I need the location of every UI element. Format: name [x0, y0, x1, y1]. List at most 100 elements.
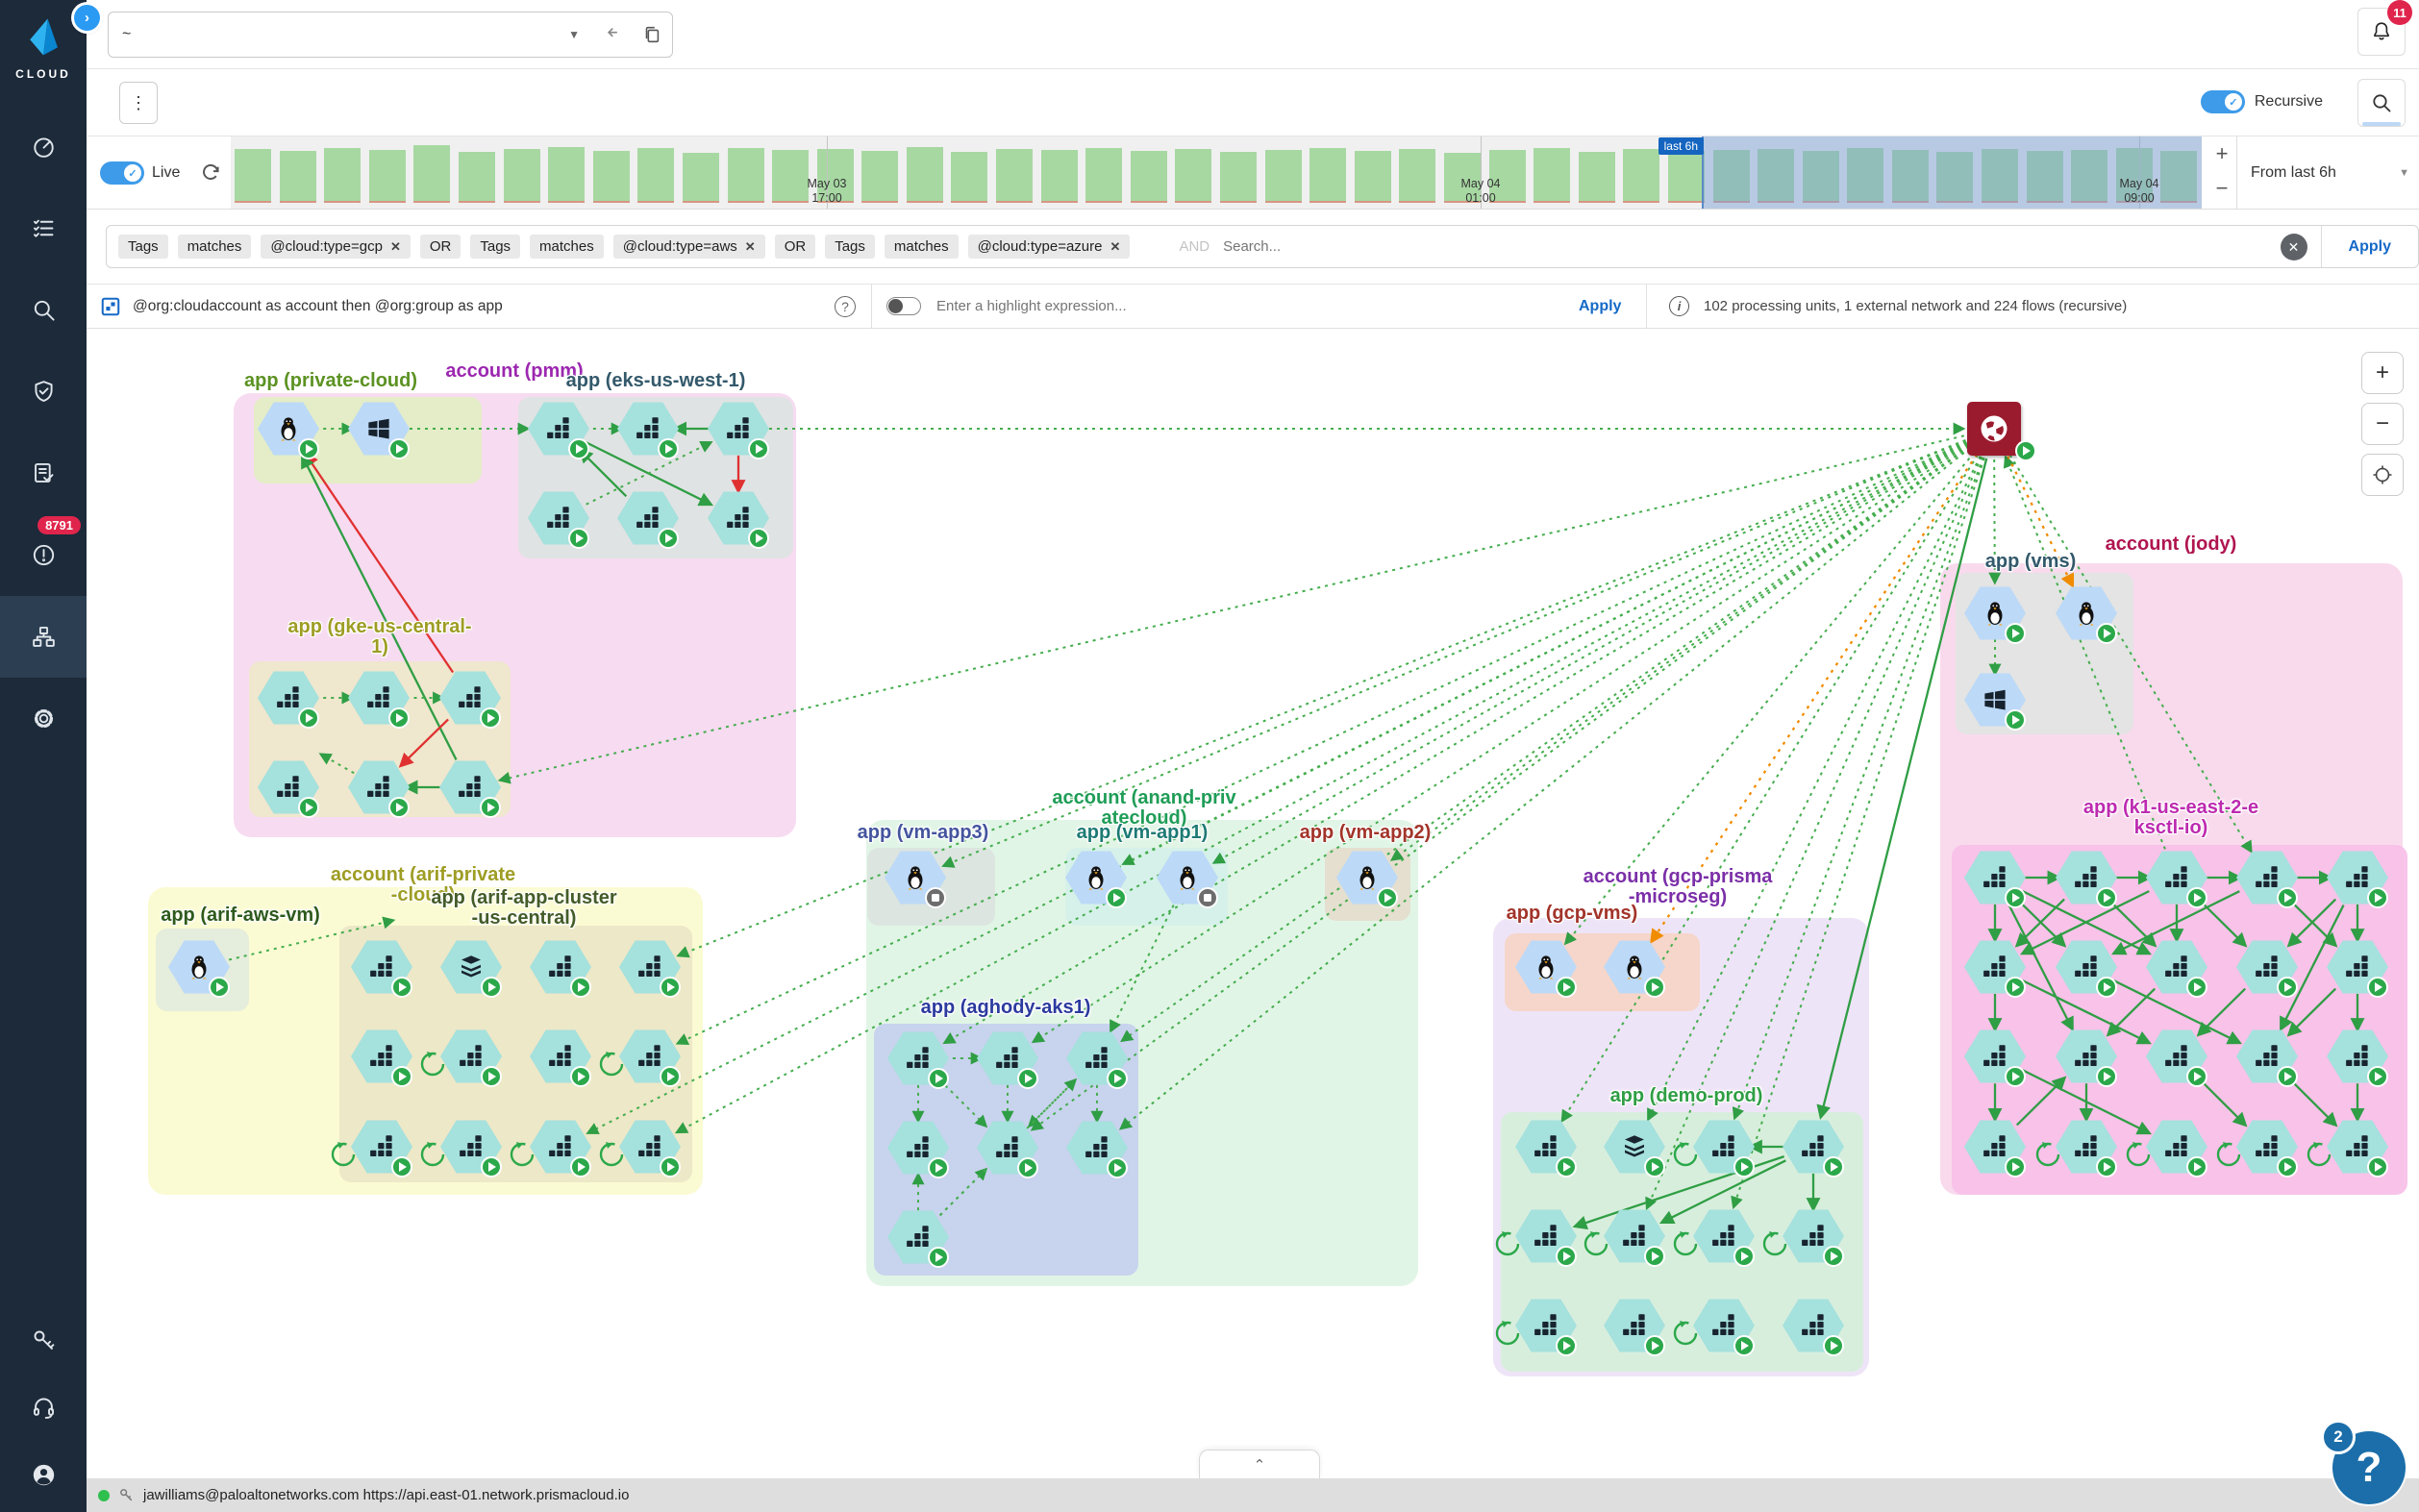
filter-value-chip[interactable]: @cloud:type=gcp✕: [261, 235, 410, 259]
node-workload-k1-us-east-2-e-ksctl-io[interactable]: [2056, 851, 2117, 905]
node-workload-eks-us-west-1[interactable]: [617, 491, 679, 545]
query-help-icon[interactable]: ?: [835, 296, 856, 317]
node-workload-k1-us-east-2-e-ksctl-io[interactable]: [2327, 1120, 2388, 1174]
node-workload-arif-app-cluster-us-central[interactable]: [351, 1120, 412, 1174]
brand-logo[interactable]: CLOUD: [15, 0, 71, 81]
node-linux-vm-app3[interactable]: [885, 851, 946, 905]
graph-search-button[interactable]: [2357, 79, 2406, 127]
sidebar-item-inventory[interactable]: [0, 187, 87, 269]
node-workload-k1-us-east-2-e-ksctl-io[interactable]: [1964, 1120, 2026, 1174]
node-workload-demo-prod[interactable]: [1783, 1120, 1844, 1174]
node-linux-vms[interactable]: [2056, 586, 2117, 640]
node-workload-gke-us-central-1[interactable]: [439, 671, 501, 725]
notifications-button[interactable]: 11: [2357, 8, 2406, 56]
live-toggle[interactable]: ✓: [100, 161, 144, 185]
node-workload-gke-us-central-1[interactable]: [258, 671, 319, 725]
node-workload-arif-app-cluster-us-central[interactable]: [440, 1029, 502, 1083]
node-workload-aghody-aks1[interactable]: [977, 1121, 1038, 1175]
node-workload-gke-us-central-1[interactable]: [348, 760, 410, 814]
bottom-panel-expand-button[interactable]: ⌃: [1199, 1450, 1320, 1478]
node-linux-vm-app2[interactable]: [1336, 851, 1398, 905]
timeline-zoom-out-button[interactable]: −: [2207, 171, 2236, 206]
node-workload-arif-app-cluster-us-central[interactable]: [440, 1120, 502, 1174]
filter-chip[interactable]: OR: [775, 235, 816, 259]
canvas-zoom-out-button[interactable]: −: [2361, 403, 2404, 445]
dropdown-caret-icon[interactable]: ▼: [568, 28, 580, 41]
time-range-dropdown[interactable]: From last 6h ▼: [2236, 136, 2419, 209]
filter-bar[interactable]: Tagsmatches@cloud:type=gcp✕ORTagsmatches…: [106, 225, 2419, 268]
chip-remove-icon[interactable]: ✕: [390, 239, 401, 255]
node-workload-demo-prod[interactable]: [1604, 1209, 1665, 1263]
node-stack-demo-prod[interactable]: [1604, 1120, 1665, 1174]
undo-button[interactable]: [605, 24, 626, 45]
node-workload-demo-prod[interactable]: [1693, 1120, 1755, 1174]
recursive-toggle[interactable]: ✓: [2201, 90, 2245, 113]
sidebar-item-investigate[interactable]: [0, 269, 87, 351]
node-workload-demo-prod[interactable]: [1515, 1120, 1577, 1174]
refresh-button[interactable]: [198, 160, 223, 185]
network-graph-canvas[interactable]: account (pmm)app (private-cloud)app (eks…: [87, 329, 2419, 1478]
filter-chip[interactable]: OR: [420, 235, 461, 259]
query-expression[interactable]: @org:cloudaccount as account then @org:g…: [133, 298, 503, 315]
node-workload-eks-us-west-1[interactable]: [528, 402, 589, 456]
node-workload-demo-prod[interactable]: [1693, 1299, 1755, 1352]
sidebar-expand-button[interactable]: ›: [74, 5, 100, 31]
filter-value-chip[interactable]: @cloud:type=azure✕: [968, 235, 1131, 259]
internet-node[interactable]: [1967, 402, 2021, 456]
sidebar-item-settings[interactable]: [0, 678, 87, 759]
node-workload-arif-app-cluster-us-central[interactable]: [530, 1029, 591, 1083]
node-workload-k1-us-east-2-e-ksctl-io[interactable]: [1964, 851, 2026, 905]
more-options-button[interactable]: ⋮: [119, 82, 158, 124]
node-workload-demo-prod[interactable]: [1693, 1209, 1755, 1263]
node-workload-gke-us-central-1[interactable]: [348, 671, 410, 725]
node-workload-eks-us-west-1[interactable]: [708, 491, 769, 545]
timeline-histogram[interactable]: May 0317:00May 0401:00May 0409:00 last 6…: [231, 136, 2202, 209]
node-workload-k1-us-east-2-e-ksctl-io[interactable]: [2236, 1120, 2298, 1174]
node-workload-k1-us-east-2-e-ksctl-io[interactable]: [2146, 1029, 2207, 1083]
node-workload-gke-us-central-1[interactable]: [439, 760, 501, 814]
node-linux-vms[interactable]: [1964, 586, 2026, 640]
node-linux-vm-app1[interactable]: [1065, 851, 1127, 905]
sidebar-item-support[interactable]: [0, 1374, 87, 1441]
node-workload-aghody-aks1[interactable]: [887, 1210, 949, 1264]
filter-apply-button[interactable]: Apply: [2349, 238, 2391, 256]
chip-remove-icon[interactable]: ✕: [1110, 239, 1120, 255]
sidebar-item-network[interactable]: [0, 596, 87, 678]
node-workload-arif-app-cluster-us-central[interactable]: [530, 1120, 591, 1174]
node-workload-eks-us-west-1[interactable]: [528, 491, 589, 545]
node-workload-aghody-aks1[interactable]: [977, 1031, 1038, 1085]
highlight-toggle[interactable]: [886, 297, 921, 315]
node-workload-arif-app-cluster-us-central[interactable]: [619, 940, 681, 994]
filter-chip[interactable]: Tags: [470, 235, 520, 259]
node-workload-arif-app-cluster-us-central[interactable]: [351, 940, 412, 994]
sidebar-item-access-keys[interactable]: [0, 1306, 87, 1374]
node-windows-private-cloud[interactable]: [348, 402, 410, 456]
saved-view-dropdown[interactable]: ~ ▼: [108, 12, 673, 58]
filter-search-input[interactable]: [1223, 238, 2280, 255]
node-linux-gcp-vms[interactable]: [1604, 940, 1665, 994]
node-workload-k1-us-east-2-e-ksctl-io[interactable]: [1964, 940, 2026, 994]
node-linux-vm-app1[interactable]: [1157, 851, 1218, 905]
node-windows-vms[interactable]: [1964, 673, 2026, 727]
node-workload-aghody-aks1[interactable]: [887, 1031, 949, 1085]
sidebar-item-profile[interactable]: [0, 1441, 87, 1508]
node-workload-k1-us-east-2-e-ksctl-io[interactable]: [2056, 940, 2117, 994]
node-workload-k1-us-east-2-e-ksctl-io[interactable]: [2056, 1120, 2117, 1174]
node-workload-k1-us-east-2-e-ksctl-io[interactable]: [1964, 1029, 2026, 1083]
node-workload-aghody-aks1[interactable]: [1066, 1031, 1128, 1085]
node-workload-demo-prod[interactable]: [1515, 1209, 1577, 1263]
node-stack-arif-app-cluster-us-central[interactable]: [440, 940, 502, 994]
chip-remove-icon[interactable]: ✕: [745, 239, 756, 255]
timeline-zoom-in-button[interactable]: +: [2207, 136, 2236, 171]
help-button[interactable]: ? 2: [2332, 1431, 2406, 1504]
node-workload-k1-us-east-2-e-ksctl-io[interactable]: [2146, 851, 2207, 905]
node-workload-eks-us-west-1[interactable]: [708, 402, 769, 456]
node-workload-arif-app-cluster-us-central[interactable]: [619, 1120, 681, 1174]
filter-chip[interactable]: matches: [885, 235, 959, 259]
filter-value-chip[interactable]: @cloud:type=aws✕: [613, 235, 765, 259]
node-workload-k1-us-east-2-e-ksctl-io[interactable]: [2327, 851, 2388, 905]
sidebar-item-compliance[interactable]: [0, 351, 87, 433]
node-workload-k1-us-east-2-e-ksctl-io[interactable]: [2146, 940, 2207, 994]
node-workload-arif-app-cluster-us-central[interactable]: [351, 1029, 412, 1083]
filter-chip[interactable]: matches: [178, 235, 252, 259]
